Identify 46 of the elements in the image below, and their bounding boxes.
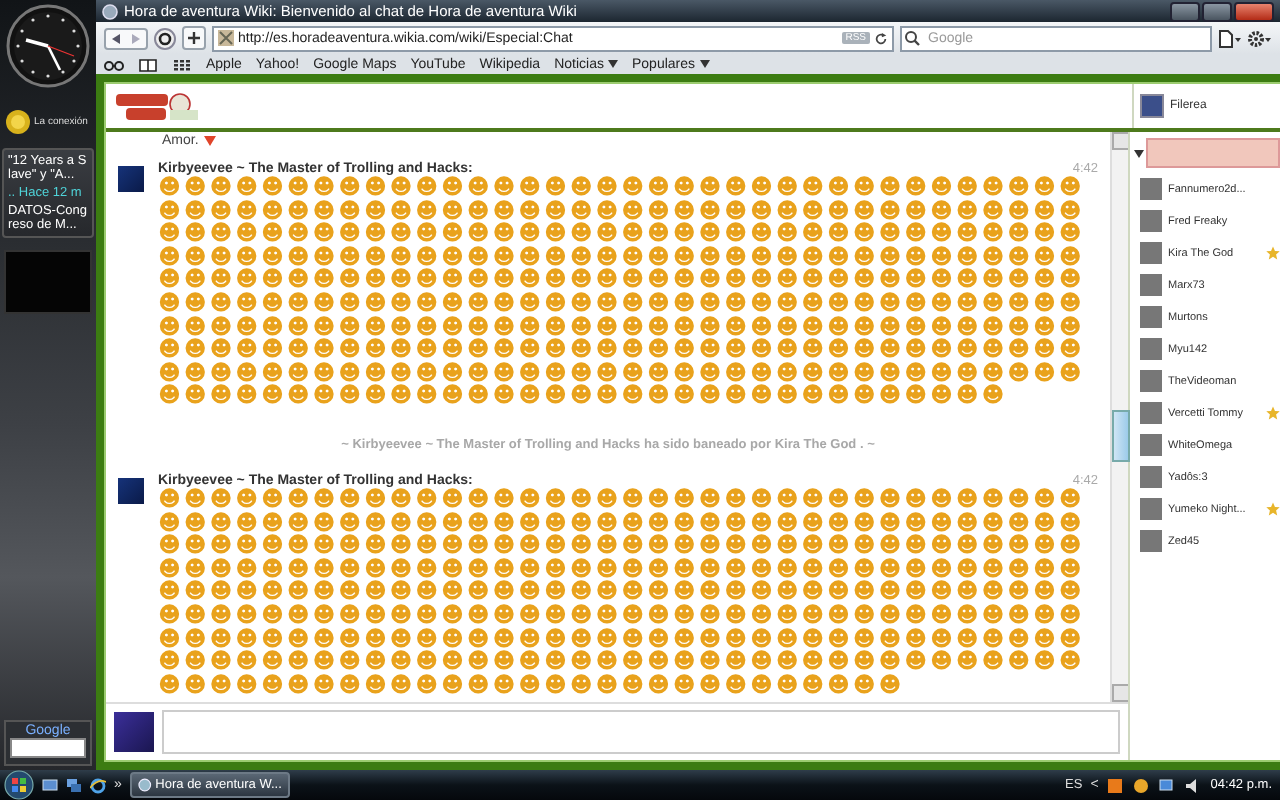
- scrollbar[interactable]: [1110, 132, 1128, 702]
- sun-icon: [4, 108, 32, 136]
- user-avatar: [1140, 466, 1162, 488]
- user-avatar: [118, 166, 144, 192]
- message-input[interactable]: [162, 710, 1120, 754]
- network-icon[interactable]: [1158, 777, 1177, 793]
- user-avatar: [1140, 530, 1162, 552]
- grid-icon[interactable]: [172, 57, 192, 71]
- maximize-button[interactable]: [1202, 1, 1232, 21]
- emoticons: ☻☻☻☻☻☻☻☻☻☻☻☻☻☻☻☻☻☻☻☻☻☻☻☻☻☻☻☻☻☻☻☻☻☻☻☻☻☻☻☻☻☻☻☻☻☻☻☻☻☻☻☻☻☻☻☻☻☻☻☻☻☻☻☻☻☻☻☻☻☻☻☻☻☻☻☻☻☻☻☻☻☻☻☻☻☻☻☻☻☻☻☻☻☻☻☻☻☻☻☻☻☻☻☻☻☻☻☻☻☻☻☻☻☻☻☻☻☻☻☻☻☻☻☻☻☻☻☻☻☻☻☻☻☻☻☻☻☻☻☻☻☻☻☻☻☻☻☻☻☻☻☻☻☻☻☻☻☻☻☻☻☻☻☻☻☻☻☻☻☻☻☻☻☻☻☻☻☻☻☻☻☻☻☻☻☻☻☻☻☻☻☻☻☻☻☻☻☻☻☻☻☻☻☻☻☻☻☻☻☻☻☻☻☻☻☻☻☻☻☻☻☻☻☻☻☻☻☻☻☻☻☻☻☻☻☻☻☻☻☻☻☻☻☻☻☻☻☻☻☻☻☻☻☻☻☻☻☻☻☻☻☻☻☻☻☻☻☻☻☻☻☻☻☻☻☻☻☻☻☻☻☻☻☻☻☻☻☻☻☻☻☻☻☻☻☻☻☻☻☻☻☻☻☻☻☻☻☻☻☻☻☻☻☻☻☻☻: [158, 487, 1087, 697]
- settings-icon[interactable]: [1248, 29, 1272, 47]
- user-avatar: [1140, 274, 1162, 296]
- user-avatar: [1140, 338, 1162, 360]
- globe-icon: [102, 3, 118, 19]
- user-avatar: [1140, 370, 1162, 392]
- book-icon[interactable]: [138, 57, 158, 71]
- close-button[interactable]: [1234, 1, 1274, 21]
- user-avatar: [1140, 434, 1162, 456]
- search-field[interactable]: [10, 738, 86, 758]
- window-switch-icon[interactable]: [66, 777, 82, 793]
- user-avatar: [1140, 306, 1162, 328]
- gadget-panel: [4, 250, 92, 314]
- globe-icon: [137, 778, 152, 792]
- user-avatar: [1140, 210, 1162, 232]
- user-avatar: [1140, 94, 1164, 118]
- start-button[interactable]: [4, 770, 34, 800]
- logo-drawing: [114, 88, 202, 124]
- user-avatar: [1140, 242, 1162, 264]
- browser-icon[interactable]: [90, 777, 106, 793]
- desktop-icon[interactable]: [42, 777, 58, 793]
- page-icon[interactable]: [1218, 29, 1242, 47]
- user-avatar: [118, 477, 144, 504]
- site-icon: [218, 30, 234, 46]
- emoticons: ☻☻☻☻☻☻☻☻☻☻☻☻☻☻☻☻☻☻☻☻☻☻☻☻☻☻☻☻☻☻☻☻☻☻☻☻☻☻☻☻☻☻☻☻☻☻☻☻☻☻☻☻☻☻☻☻☻☻☻☻☻☻☻☻☻☻☻☻☻☻☻☻☻☻☻☻☻☻☻☻☻☻☻☻☻☻☻☻☻☻☻☻☻☻☻☻☻☻☻☻☻☻☻☻☻☻☻☻☻☻☻☻☻☻☻☻☻☻☻☻☻☻☻☻☻☻☻☻☻☻☻☻☻☻☻☻☻☻☻☻☻☻☻☻☻☻☻☻☻☻☻☻☻☻☻☻☻☻☻☻☻☻☻☻☻☻☻☻☻☻☻☻☻☻☻☻☻☻☻☻☻☻☻☻☻☻☻☻☻☻☻☻☻☻☻☻☻☻☻☻☻☻☻☻☻☻☻☻☻☻☻☻☻☻☻☻☻☻☻☻☻☻☻☻☻☻☻☻☻☻☻☻☻☻☻☻☻☻☻☻☻☻☻☻☻☻☻☻☻☻☻☻☻☻☻☻☻☻☻☻☻☻☻☻☻☻☻☻☻☻☻☻☻☻☻☻☻☻☻☻☻☻☻☻☻☻☻☻☻☻☻☻☻☻☻☻☻☻☻☻☻☻☻☻☻☻☻☻☻☻☻☻☻☻☻☻☻☻☻☻☻☻☻☻☻☻☻☻☻☻☻☻☻☻☻☻☻☻☻☻☻☻☻☻☻☻☻☻☻☻☻☻☻☻☻☻☻: [158, 176, 1087, 408]
- caret-icon[interactable]: [1134, 149, 1144, 157]
- user-avatar: [1140, 178, 1162, 200]
- heart-icon: [204, 136, 217, 146]
- user-avatar: [1140, 498, 1162, 520]
- user-avatar: [114, 712, 154, 752]
- minimize-button[interactable]: [1170, 1, 1200, 21]
- reload-icon[interactable]: [874, 31, 888, 45]
- clock-drawing: [6, 4, 90, 88]
- user-avatar: [1140, 402, 1162, 424]
- search-icon: [904, 30, 922, 46]
- add-icon[interactable]: [182, 26, 206, 50]
- glasses-icon[interactable]: [104, 57, 124, 71]
